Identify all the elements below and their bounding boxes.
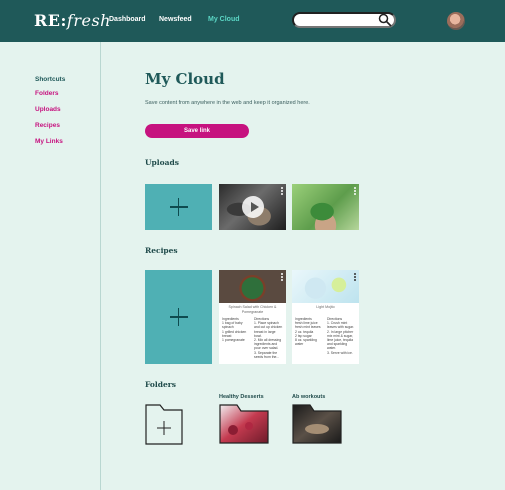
- recipe-title: Light Mojito: [316, 305, 335, 309]
- sidebar-item-my-links[interactable]: My Links: [35, 138, 63, 145]
- play-icon[interactable]: [242, 196, 264, 218]
- nav-dashboard[interactable]: Dashboard: [109, 16, 146, 23]
- add-recipe-tile[interactable]: [145, 270, 212, 364]
- folders-heading: Folders: [145, 380, 176, 389]
- recipe-image: [219, 270, 286, 303]
- logo-prefix: RE:: [34, 11, 67, 30]
- recipe-card[interactable]: Spinach Salad with Chicken & Pomegranate…: [219, 270, 286, 364]
- save-link-button[interactable]: Save link: [145, 124, 249, 138]
- sidebar-item-recipes[interactable]: Recipes: [35, 122, 60, 129]
- folder-label: Ab workouts: [292, 394, 326, 400]
- plus-icon: [169, 308, 188, 326]
- page-subtitle: Save content from anywhere in the web an…: [145, 100, 310, 106]
- recipes-heading: Recipes: [145, 246, 178, 255]
- add-upload-tile[interactable]: [145, 184, 212, 230]
- page-title: My Cloud: [145, 70, 225, 88]
- top-header: RE:fresh Dashboard Newsfeed My Cloud: [0, 0, 505, 42]
- recipe-directions: Directions 1. Crush mint leaves with sug…: [327, 317, 354, 355]
- folder-ab-workouts-icon[interactable]: [292, 404, 342, 444]
- folder-healthy-desserts-icon[interactable]: [219, 404, 269, 444]
- uploads-heading: Uploads: [145, 158, 179, 167]
- plus-icon: [169, 198, 188, 216]
- upload-image-thumbnail[interactable]: [292, 184, 359, 230]
- nav-newsfeed[interactable]: Newsfeed: [159, 16, 192, 23]
- app-logo[interactable]: RE:fresh: [34, 11, 111, 30]
- sidebar-item-uploads[interactable]: Uploads: [35, 106, 61, 113]
- folder-label: Healthy Desserts: [219, 394, 264, 400]
- more-options-icon[interactable]: [354, 187, 357, 196]
- sidebar: Shortcuts Folders Uploads Recipes My Lin…: [0, 42, 101, 490]
- recipe-directions: Directions 1. Place spinach and cut up c…: [254, 317, 283, 359]
- recipe-ingredients: Ingredients fresh lime juice fresh mint …: [295, 317, 321, 347]
- more-options-icon[interactable]: [281, 187, 284, 196]
- nav-my-cloud[interactable]: My Cloud: [208, 16, 240, 23]
- more-options-icon[interactable]: [281, 273, 284, 282]
- recipe-title: Spinach Salad with Chicken & Pomegranate: [228, 305, 277, 314]
- recipe-card[interactable]: Light Mojito Ingredients fresh lime juic…: [292, 270, 359, 364]
- recipe-ingredients: Ingredients 1 bag of baby spinach 1 gril…: [222, 317, 247, 343]
- logo-script: fresh: [66, 11, 111, 30]
- recipe-image: [292, 270, 359, 303]
- sidebar-item-folders[interactable]: Folders: [35, 90, 58, 97]
- sidebar-item-shortcuts[interactable]: Shortcuts: [35, 76, 65, 83]
- search-icon[interactable]: [378, 13, 392, 27]
- new-folder-icon[interactable]: [145, 404, 183, 445]
- upload-video-thumbnail[interactable]: [219, 184, 286, 230]
- user-avatar[interactable]: [447, 12, 465, 30]
- more-options-icon[interactable]: [354, 273, 357, 282]
